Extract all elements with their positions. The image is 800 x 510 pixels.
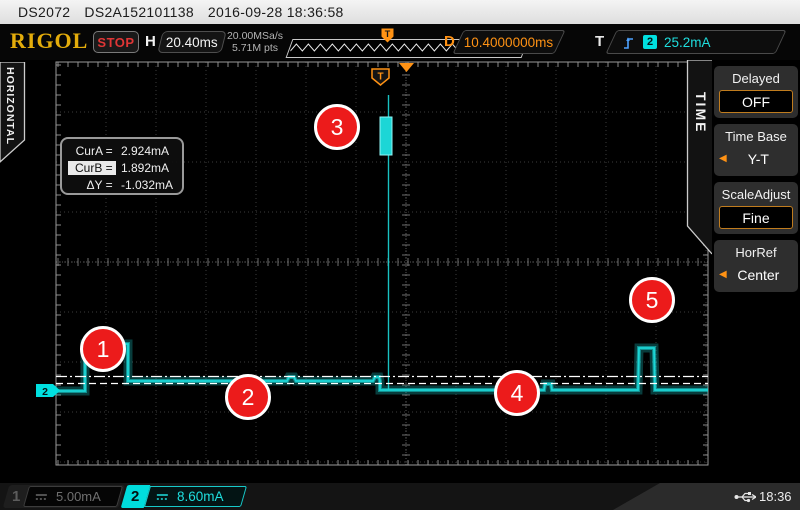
cursor-a-label: CurA = <box>68 144 116 158</box>
status-bar: RIGOL STOP H 20.40ms 20.00MSa/s 5.71M pt… <box>0 24 800 60</box>
channel2-scale: 8.60mA <box>177 489 224 504</box>
run-state-badge: STOP <box>93 31 139 53</box>
trigger-readout[interactable]: 2 25.2mA <box>605 30 786 54</box>
menu-panel: Delayed OFF Time Base ◀ Y-T ScaleAdjust … <box>712 60 800 483</box>
tab-time[interactable]: TIME <box>684 60 712 256</box>
timebase-readout[interactable]: 20.40ms <box>157 31 226 53</box>
dc-coupling-icon <box>156 492 169 502</box>
menu-item-time-base[interactable]: Time Base ◀ Y-T <box>714 124 798 176</box>
left-triangle-icon: ◀ <box>719 153 727 164</box>
tab-horizontal[interactable]: HORIZONTAL <box>0 62 26 164</box>
run-state-label: STOP <box>97 35 134 50</box>
bottom-bar: 1 5.00mA 2 8.60mA <box>0 483 800 510</box>
channel2-block[interactable]: 2 8.60mA <box>121 485 248 508</box>
menu-item-horref-value: Center <box>733 267 784 283</box>
channel1-scale: 5.00mA <box>56 489 101 504</box>
trigger-position-marker-icon[interactable]: T <box>381 28 394 43</box>
trigger-position-marker[interactable]: T <box>372 69 389 85</box>
channel1-block[interactable]: 1 5.00mA <box>3 485 126 508</box>
graticule-grid <box>56 62 708 465</box>
delta-y-label: ΔY = <box>68 178 116 192</box>
trigger-level-value: 25.2mA <box>664 35 711 50</box>
clock: 18:36 <box>759 489 792 504</box>
cursor-b-label: CurB = <box>68 161 116 175</box>
memory-depth: 5.71M pts <box>224 42 286 54</box>
dc-coupling-icon <box>35 492 48 502</box>
trigger-label: T <box>595 33 604 50</box>
delay-readout[interactable]: 10.4000000ms <box>452 30 565 54</box>
svg-text:2: 2 <box>42 386 48 398</box>
callout-2: 2 <box>225 374 271 420</box>
menu-item-delayed[interactable]: Delayed OFF <box>714 66 798 118</box>
menu-item-time-base-value: Y-T <box>733 151 784 167</box>
graticule-canvas: T 2 <box>0 60 800 483</box>
datetime: 2016-09-28 18:36:58 <box>208 4 344 20</box>
menu-item-scale-adjust[interactable]: ScaleAdjust Fine <box>714 182 798 234</box>
menu-item-scale-adjust-value: Fine <box>719 206 793 229</box>
cursor-b-value: 1.892mA <box>121 161 176 175</box>
trigger-source-badge: 2 <box>643 35 657 49</box>
callout-1: 1 <box>80 326 126 372</box>
rising-slope-icon <box>622 35 635 50</box>
acquisition-info: 20.00MSa/s 5.71M pts <box>224 30 286 54</box>
menu-item-horref[interactable]: HorRef ◀ Center <box>714 240 798 292</box>
model-name: DS2072 <box>18 4 70 20</box>
title-bar: DS2072 DS2A152101138 2016-09-28 18:36:58 <box>0 0 800 24</box>
callout-3: 3 <box>314 104 360 150</box>
serial-number: DS2A152101138 <box>84 4 194 20</box>
callout-5: 5 <box>629 277 675 323</box>
left-triangle-icon: ◀ <box>719 269 727 280</box>
svg-text:T: T <box>377 72 383 83</box>
rigol-logo: RIGOL <box>10 28 88 54</box>
channel1-number: 1 <box>12 488 20 505</box>
channel2-ground-marker[interactable]: 2 <box>36 384 60 398</box>
tab-horizontal-label: HORIZONTAL <box>4 67 16 145</box>
horizontal-label: H <box>145 33 156 50</box>
delay-label: D <box>444 33 455 50</box>
callout-4: 4 <box>494 370 540 416</box>
horizontal-center-marker <box>399 63 414 72</box>
burst-pulse <box>380 117 392 155</box>
sample-rate: 20.00MSa/s <box>224 30 286 42</box>
cursor-a-value: 2.924mA <box>121 144 176 158</box>
oscilloscope-screen: DS2072 DS2A152101138 2016-09-28 18:36:58… <box>0 0 800 510</box>
cursor-readout-box: CurA = 2.924mA CurB = 1.892mA ΔY = -1.03… <box>60 137 184 195</box>
scope-display: T 2 HORIZONTAL CurA = 2.924mA CurB = 1. <box>0 60 800 483</box>
tab-time-label: TIME <box>693 92 709 133</box>
usb-icon <box>734 491 756 503</box>
delta-y-value: -1.032mA <box>121 178 176 192</box>
menu-item-delayed-value: OFF <box>719 90 793 113</box>
graticule-frame <box>56 62 708 465</box>
svg-text:T: T <box>385 29 391 39</box>
